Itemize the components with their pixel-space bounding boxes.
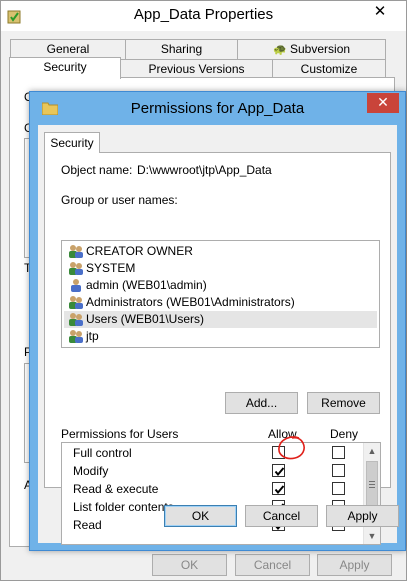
permission-row: Read & execute xyxy=(62,480,362,498)
permission-row: Full control xyxy=(62,444,362,462)
user-name: jtp xyxy=(86,329,99,343)
remove-button[interactable]: Remove xyxy=(307,392,380,414)
permission-name: List folder contents xyxy=(73,500,174,514)
security-panel: Object name: D:\wwwroot\jtp\App_Data Gro… xyxy=(44,152,391,545)
group-icon xyxy=(69,245,83,258)
user-list-item[interactable]: admin (WEB01\admin) xyxy=(64,277,377,294)
tab-subversion[interactable]: 🐢 Subversion xyxy=(237,39,386,59)
properties-cancel-button[interactable]: Cancel xyxy=(235,554,310,576)
allow-checkbox[interactable] xyxy=(272,464,285,477)
user-list-item[interactable]: SYSTEM xyxy=(64,260,377,277)
tab-subversion-label: Subversion xyxy=(290,42,351,56)
tab-security-dialog[interactable]: Security xyxy=(44,132,100,153)
permissions-titlebar[interactable]: Permissions for App_Data ✕ xyxy=(30,92,405,125)
deny-checkbox[interactable] xyxy=(332,464,345,477)
permission-row: Modify xyxy=(62,462,362,480)
user-list-item[interactable]: Administrators (WEB01\Administrators) xyxy=(64,294,377,311)
user-name: SYSTEM xyxy=(86,261,136,275)
group-icon xyxy=(69,296,83,309)
user-icon xyxy=(71,279,81,292)
permissions-scrollbar[interactable]: ▲ ▼ xyxy=(363,443,380,544)
group-icon xyxy=(69,262,83,275)
user-list-item[interactable]: Users (WEB01\Users) xyxy=(64,311,377,328)
object-name-value: D:\wwwroot\jtp\App_Data xyxy=(137,163,272,177)
tab-general[interactable]: General xyxy=(10,39,126,59)
user-name: admin (WEB01\admin) xyxy=(86,278,207,292)
user-name: Administrators (WEB01\Administrators) xyxy=(86,295,295,309)
deny-checkbox[interactable] xyxy=(332,446,345,459)
ok-button[interactable]: OK xyxy=(164,505,237,527)
permissions-close-button[interactable]: ✕ xyxy=(367,93,399,113)
grip-line xyxy=(369,481,375,482)
permissions-list: ▲ ▼ Full control Modify Read & execute List… xyxy=(61,442,381,545)
permission-name: Modify xyxy=(73,464,109,478)
deny-checkbox[interactable] xyxy=(332,482,345,495)
properties-title: App_Data Properties xyxy=(133,6,274,23)
properties-apply-button[interactable]: Apply xyxy=(317,554,392,576)
tab-customize[interactable]: Customize xyxy=(272,59,386,79)
grip-line xyxy=(369,487,375,488)
group-user-label: Group or user names: xyxy=(61,193,178,207)
user-name: CREATOR OWNER xyxy=(86,244,193,258)
deny-header: Deny xyxy=(330,427,359,441)
object-name-label: Object name: xyxy=(61,163,133,177)
scroll-down-icon[interactable]: ▼ xyxy=(364,528,380,544)
apply-button[interactable]: Apply xyxy=(326,505,399,527)
permissions-dialog: Permissions for App_Data ✕ Security Obje… xyxy=(29,91,406,551)
permissions-for-label: Permissions for Users xyxy=(61,427,179,441)
user-list-item[interactable]: CREATOR OWNER xyxy=(64,243,377,260)
subversion-icon: 🐢 xyxy=(272,44,287,56)
properties-ok-button[interactable]: OK xyxy=(152,554,227,576)
permissions-client-area: Security Object name: D:\wwwroot\jtp\App… xyxy=(38,125,399,545)
permission-name: Read xyxy=(73,518,102,532)
tab-sharing[interactable]: Sharing xyxy=(125,39,238,59)
add-button[interactable]: Add... xyxy=(225,392,298,414)
scroll-up-icon[interactable]: ▲ xyxy=(364,443,380,459)
permissions-title: Permissions for App_Data xyxy=(130,100,305,117)
properties-titlebar: App_Data Properties ✕ xyxy=(1,1,406,31)
group-icon xyxy=(69,313,83,326)
group-icon xyxy=(69,330,83,343)
permission-name: Full control xyxy=(73,446,132,460)
user-list[interactable]: CREATOR OWNER SYSTEM admin (WEB01\admin) Ad… xyxy=(61,240,380,348)
cancel-button[interactable]: Cancel xyxy=(245,505,318,527)
scroll-thumb[interactable] xyxy=(366,461,378,509)
grip-line xyxy=(369,484,375,485)
user-list-item[interactable]: jtp xyxy=(64,328,377,345)
properties-close-button[interactable]: ✕ xyxy=(366,3,394,23)
tab-security[interactable]: Security xyxy=(9,57,121,79)
user-name: Users (WEB01\Users) xyxy=(86,312,205,326)
allow-checkbox[interactable] xyxy=(272,482,285,495)
tab-previous-versions[interactable]: Previous Versions xyxy=(120,59,273,79)
permission-name: Read & execute xyxy=(73,482,159,496)
annotation-circle xyxy=(278,436,305,460)
